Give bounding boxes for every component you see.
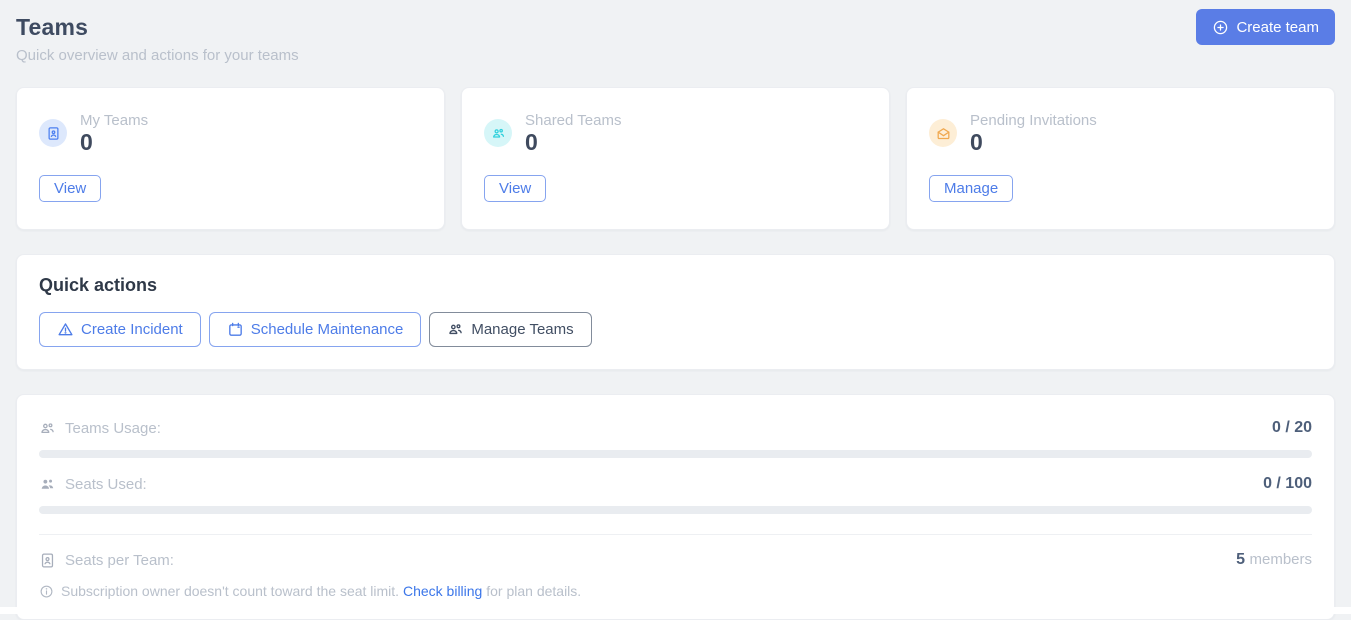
seats-per-team-label: Seats per Team: [65, 552, 174, 569]
stat-value: 0 [80, 131, 148, 154]
manage-teams-label: Manage Teams [471, 321, 573, 338]
address-book-icon [39, 119, 67, 147]
calendar-icon [227, 321, 244, 338]
stat-label: Pending Invitations [970, 112, 1097, 129]
usage-card: Teams Usage: 0 / 20 Seats Used: 0 / 100 [16, 394, 1335, 620]
create-team-button[interactable]: Create team [1196, 9, 1335, 45]
note-text: Subscription owner doesn't count toward … [61, 583, 399, 599]
users-icon [484, 119, 512, 147]
teams-usage-progress-bar [39, 450, 1312, 458]
create-incident-label: Create Incident [81, 321, 183, 338]
users-icon [447, 321, 464, 338]
seats-used-label: Seats Used: [65, 476, 147, 493]
info-icon [39, 584, 54, 599]
users-filled-icon [39, 476, 56, 493]
page-header: Teams Quick overview and actions for you… [16, 0, 1335, 64]
stat-card-my-teams: My Teams 0 View [16, 87, 445, 230]
stat-label: My Teams [80, 112, 148, 129]
stat-card-shared-teams: Shared Teams 0 View [461, 87, 890, 230]
warning-icon [57, 321, 74, 338]
teams-usage-row: Teams Usage: 0 / 20 [39, 419, 1312, 437]
divider [39, 534, 1312, 535]
view-shared-teams-button[interactable]: View [484, 175, 546, 202]
seats-used-value: 0 / 100 [1263, 475, 1312, 493]
seats-per-team-row: Seats per Team: 5 members [39, 551, 1312, 569]
stat-card-pending-invitations: Pending Invitations 0 Manage [906, 87, 1335, 230]
note-suffix: for plan details. [486, 583, 581, 599]
quick-actions-card: Quick actions Create Incident Schedule M… [16, 254, 1335, 370]
teams-usage-label: Teams Usage: [65, 420, 161, 437]
seat-limit-note: Subscription owner doesn't count toward … [39, 583, 1312, 599]
seats-per-team-unit: members [1249, 551, 1312, 568]
plus-circle-icon [1212, 19, 1229, 36]
manage-teams-button[interactable]: Manage Teams [429, 312, 591, 347]
mail-open-icon [929, 119, 957, 147]
stats-row: My Teams 0 View Shared Teams [16, 87, 1335, 230]
view-my-teams-button[interactable]: View [39, 175, 101, 202]
quick-actions-title: Quick actions [39, 275, 1312, 296]
stat-value: 0 [525, 131, 621, 154]
create-team-label: Create team [1236, 19, 1319, 36]
stat-label: Shared Teams [525, 112, 621, 129]
address-book-icon [39, 552, 56, 569]
schedule-maintenance-label: Schedule Maintenance [251, 321, 404, 338]
stat-value: 0 [970, 131, 1097, 154]
schedule-maintenance-button[interactable]: Schedule Maintenance [209, 312, 422, 347]
page-title: Teams [16, 14, 1335, 41]
manage-invitations-button[interactable]: Manage [929, 175, 1013, 202]
teams-usage-value: 0 / 20 [1272, 419, 1312, 437]
seats-per-team-value: 5 members [1236, 551, 1312, 569]
users-outline-icon [39, 420, 56, 437]
create-incident-button[interactable]: Create Incident [39, 312, 201, 347]
bottom-strip [0, 607, 1351, 614]
seats-used-row: Seats Used: 0 / 100 [39, 475, 1312, 493]
check-billing-link[interactable]: Check billing [403, 583, 482, 599]
page-subtitle: Quick overview and actions for your team… [16, 47, 1335, 64]
teams-page: Teams Quick overview and actions for you… [0, 0, 1351, 620]
seats-used-progress-bar [39, 506, 1312, 514]
